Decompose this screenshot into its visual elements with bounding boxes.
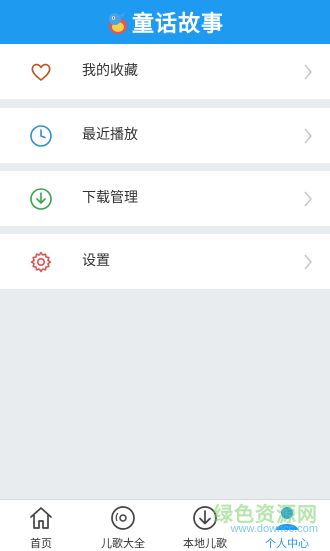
download-icon xyxy=(30,188,52,210)
watermark: 绿色资源网 www.downcc.com xyxy=(213,498,318,535)
chevron-right-icon xyxy=(304,254,313,270)
menu-item-settings[interactable]: 设置 xyxy=(0,234,330,289)
tab-home[interactable]: 首页 xyxy=(0,500,82,551)
tab-label: 首页 xyxy=(30,537,52,550)
menu-item-label: 设置 xyxy=(82,253,110,269)
app-header: 童话故事 xyxy=(0,0,330,44)
menu-item-label: 我的收藏 xyxy=(82,63,138,79)
menu-item-favorites[interactable]: 我的收藏 xyxy=(0,44,330,99)
tab-label: 本地儿歌 xyxy=(183,537,227,550)
chevron-right-icon xyxy=(304,191,313,207)
tab-label: 个人中心 xyxy=(265,537,309,550)
menu-item-label: 下载管理 xyxy=(82,190,138,206)
page-title: 童话故事 xyxy=(131,12,224,37)
tab-songs[interactable]: 儿歌大全 xyxy=(82,500,164,551)
cartoon-dragon-logo-icon xyxy=(108,12,127,34)
chevron-right-icon xyxy=(304,64,313,80)
heart-icon xyxy=(31,63,51,81)
menu-item-recent[interactable]: 最近播放 xyxy=(0,108,330,163)
empty-area xyxy=(0,289,330,499)
gear-icon xyxy=(30,251,52,273)
clock-icon xyxy=(30,125,52,147)
menu-item-downloads[interactable]: 下载管理 xyxy=(0,171,330,226)
disc-icon xyxy=(111,506,135,530)
menu-item-label: 最近播放 xyxy=(82,127,138,143)
watermark-url: www.downcc.com xyxy=(230,523,318,535)
home-icon xyxy=(30,507,52,529)
tab-label: 儿歌大全 xyxy=(101,537,145,550)
chevron-right-icon xyxy=(304,128,313,144)
